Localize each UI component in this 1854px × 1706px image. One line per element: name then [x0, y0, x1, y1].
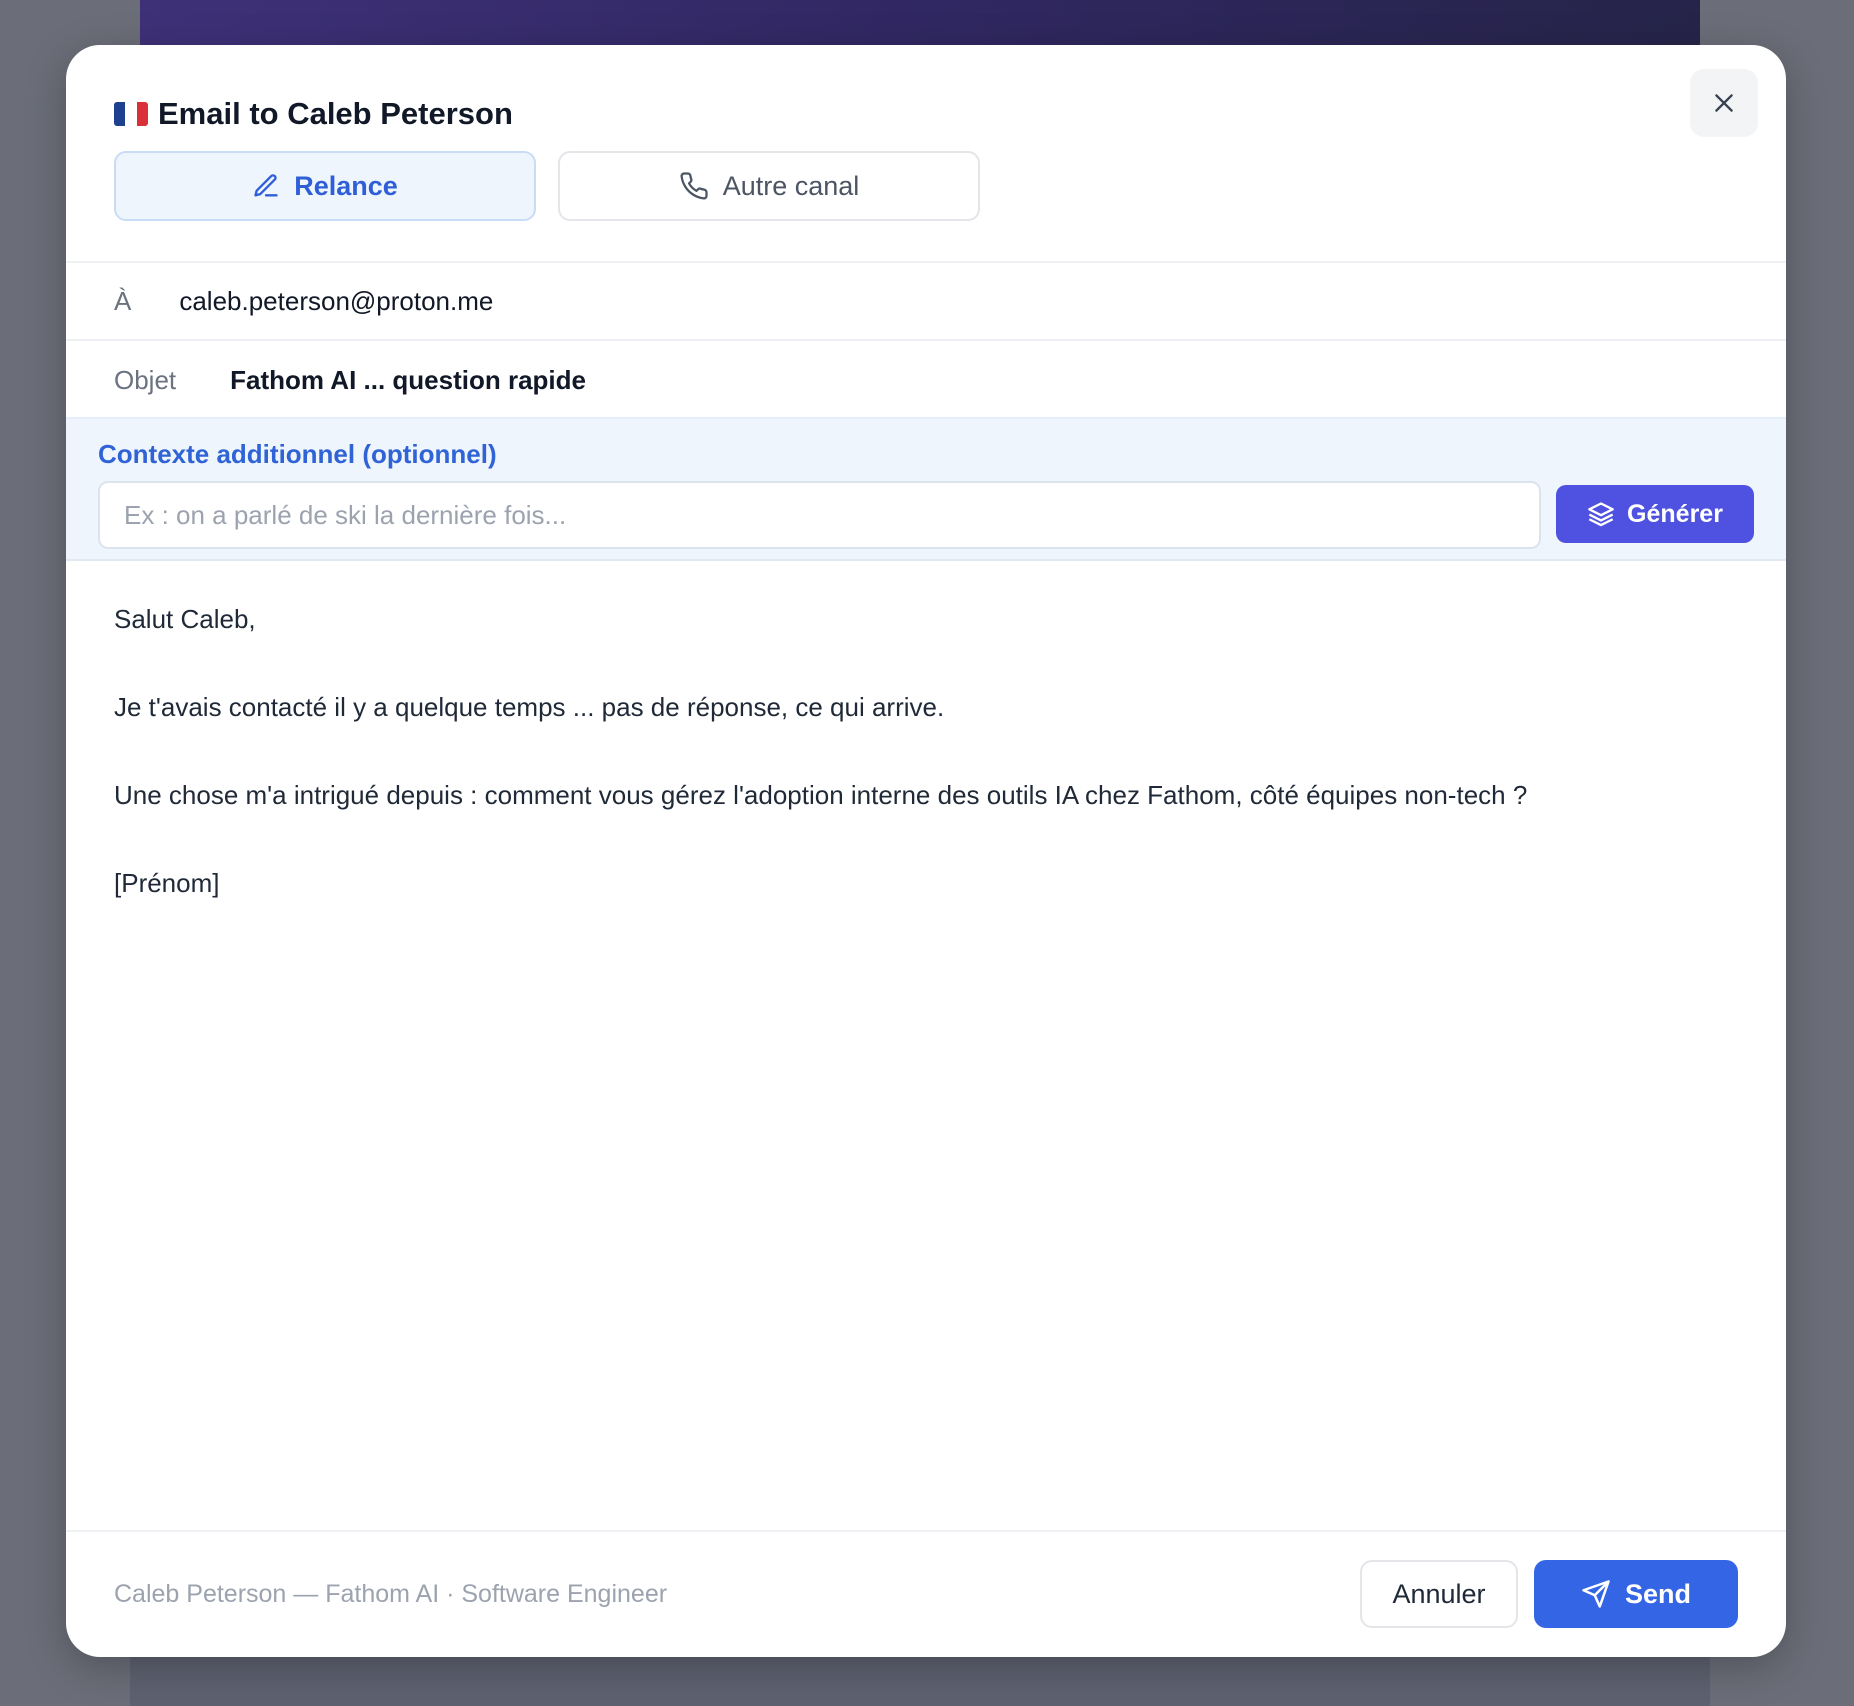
close-button[interactable]: [1690, 69, 1758, 137]
email-modal: Email to Caleb Peterson Relance Autre ca…: [66, 45, 1786, 1657]
context-section: Contexte additionnel (optionnel) Générer: [66, 417, 1786, 561]
message-paragraph: Une chose m'a intrigué depuis : comment …: [114, 780, 1528, 810]
tab-relance[interactable]: Relance: [114, 151, 536, 221]
subject-label: Objet: [114, 364, 177, 395]
send-icon: [1582, 1580, 1610, 1608]
subject-field[interactable]: Fathom AI ... question rapide: [230, 365, 586, 396]
message-paragraph: Salut Caleb,: [114, 604, 256, 634]
tab-relance-label: Relance: [294, 170, 398, 201]
context-label: Contexte additionnel (optionnel): [98, 439, 497, 469]
modal-title: Email to Caleb Peterson: [114, 89, 513, 139]
modal-title-text: Email to Caleb Peterson: [158, 96, 513, 131]
phone-icon: [680, 172, 708, 200]
generate-button[interactable]: Générer: [1556, 485, 1754, 543]
layers-icon: [1588, 502, 1614, 527]
france-flag-icon: [114, 102, 148, 126]
contact-info: Caleb Peterson — Fathom AI · Software En…: [114, 1580, 668, 1608]
recipient-label: À: [114, 285, 132, 316]
context-input[interactable]: [98, 481, 1541, 549]
tab-autre-canal-label: Autre canal: [722, 170, 860, 201]
send-button[interactable]: Send: [1534, 1560, 1738, 1628]
message-paragraph: [Prénom]: [114, 868, 220, 898]
tab-autre-canal[interactable]: Autre canal: [558, 151, 980, 221]
subject-row: Objet Fathom AI ... question rapide: [66, 343, 1786, 417]
message-body[interactable]: Salut Caleb, Je t'avais contacté il y a …: [114, 601, 1734, 953]
pencil-icon: [254, 174, 278, 197]
recipient-row: À caleb.peterson@proton.me: [66, 263, 1786, 341]
message-paragraph: Je t'avais contacté il y a quelque temps…: [114, 692, 945, 722]
modal-footer: Caleb Peterson — Fathom AI · Software En…: [66, 1530, 1786, 1657]
send-label: Send: [1624, 1578, 1691, 1609]
generate-label: Générer: [1627, 499, 1723, 528]
cancel-button[interactable]: Annuler: [1360, 1560, 1518, 1628]
modal-header: Email to Caleb Peterson Relance Autre ca…: [66, 45, 1786, 263]
recipient-email[interactable]: caleb.peterson@proton.me: [179, 286, 493, 317]
close-icon: [1715, 94, 1733, 112]
